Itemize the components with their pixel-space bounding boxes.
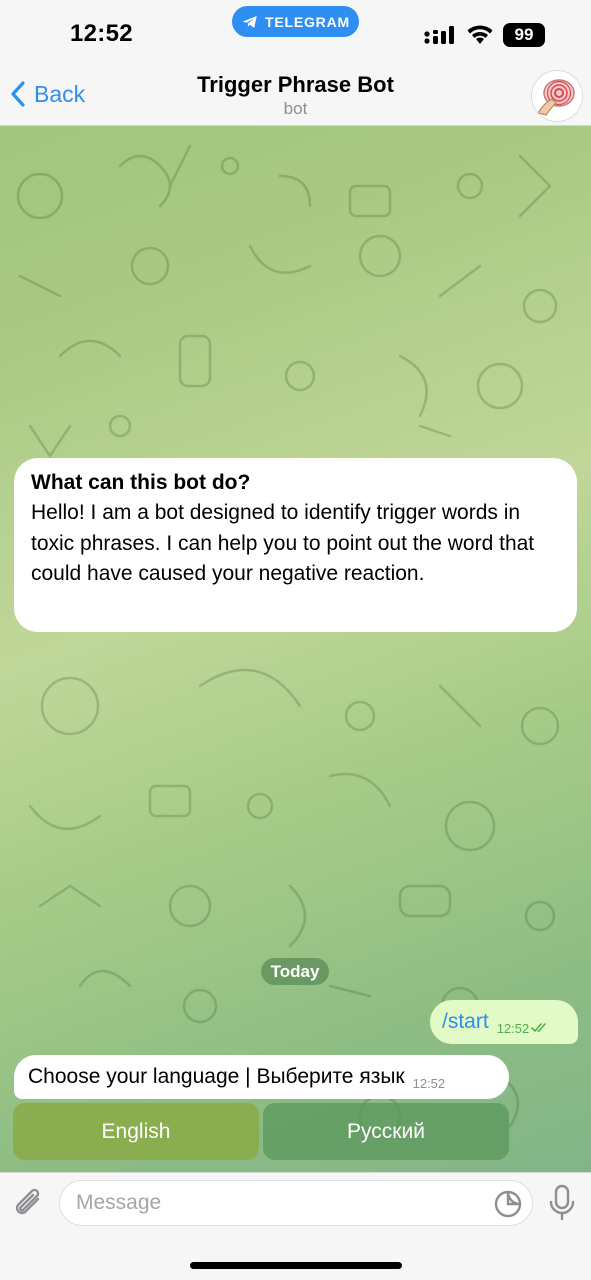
incoming-message[interactable]: Choose your language | Выберите язык 12:…: [14, 1055, 509, 1099]
telegram-pill-label: TELEGRAM: [265, 13, 350, 30]
sticker-icon[interactable]: [493, 1189, 523, 1219]
bot-info-heading: What can this bot do?: [31, 471, 251, 494]
incoming-message-text: Choose your language | Выберите язык: [28, 1065, 405, 1088]
mic-icon[interactable]: [548, 1184, 576, 1222]
outgoing-message[interactable]: /start 12:52: [430, 1000, 578, 1044]
home-indicator[interactable]: [190, 1262, 402, 1269]
keyboard-button-english[interactable]: English: [13, 1103, 259, 1160]
battery-indicator: 99: [503, 23, 545, 47]
top-bar: 12:52 TELEGRAM 99 Back Trigger Phrase Bo…: [0, 0, 591, 126]
bot-info-body: Hello! I am a bot designed to identify t…: [31, 501, 535, 585]
attach-icon[interactable]: [12, 1185, 46, 1221]
outgoing-message-meta: 12:52: [497, 1021, 550, 1036]
double-check-icon: [531, 1023, 547, 1033]
chat-title[interactable]: Trigger Phrase Bot: [0, 72, 591, 98]
brain-fingerprint-icon: [537, 79, 575, 116]
date-separator: Today: [261, 958, 329, 985]
status-time: 12:52: [70, 20, 133, 47]
telegram-icon: [242, 15, 257, 28]
keyboard-button-russian[interactable]: Русский: [263, 1103, 509, 1160]
outgoing-message-text[interactable]: /start: [442, 1010, 489, 1034]
bot-info-card: What can this bot do? Hello! I am a bot …: [14, 458, 577, 632]
chat-subtitle: bot: [283, 99, 308, 118]
telegram-chat-screen: 12:52 TELEGRAM 99 Back Trigger Phrase Bo…: [0, 0, 591, 1280]
wifi-icon: [467, 25, 493, 44]
incoming-message-time: 12:52: [412, 1075, 446, 1091]
signal-icon: [424, 26, 454, 44]
composer-bar: [0, 1172, 591, 1280]
outgoing-message-time: 12:52: [496, 1020, 530, 1036]
bot-avatar[interactable]: [531, 70, 583, 122]
telegram-pill[interactable]: TELEGRAM: [232, 6, 359, 37]
message-input[interactable]: [59, 1180, 533, 1226]
